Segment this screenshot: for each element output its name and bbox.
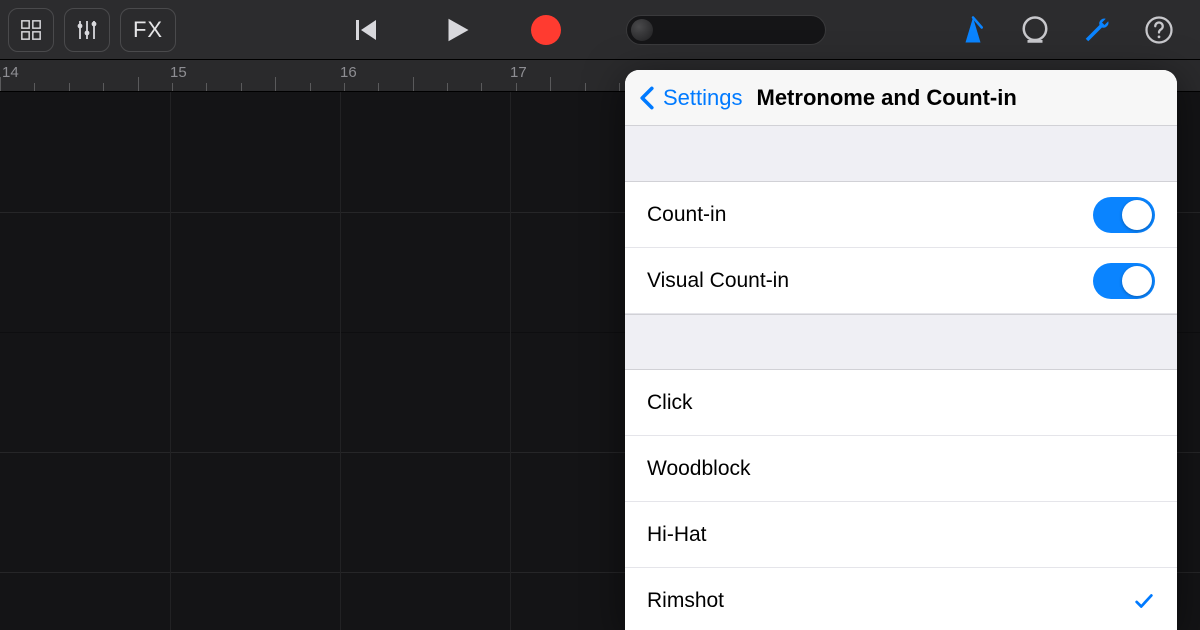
- play-button[interactable]: [426, 8, 486, 52]
- checkmark-icon: [1133, 590, 1155, 612]
- row-label: Visual Count-in: [647, 269, 1093, 293]
- row-label: Rimshot: [647, 589, 1133, 613]
- row-label: Click: [647, 391, 1155, 415]
- lcd-display[interactable]: [626, 15, 826, 45]
- fx-button[interactable]: FX: [120, 8, 176, 52]
- sound-option-rimshot[interactable]: Rimshot: [625, 568, 1177, 630]
- go-to-start-button[interactable]: [336, 8, 396, 52]
- sound-option-woodblock[interactable]: Woodblock: [625, 436, 1177, 502]
- chevron-left-icon[interactable]: [639, 86, 655, 110]
- sound-option-hihat[interactable]: Hi-Hat: [625, 502, 1177, 568]
- top-toolbar: FX: [0, 0, 1200, 60]
- loop-button[interactable]: [1020, 15, 1050, 45]
- settings-button[interactable]: [1082, 15, 1112, 45]
- visual-count-in-toggle[interactable]: [1093, 263, 1155, 299]
- record-button[interactable]: [516, 8, 576, 52]
- skip-back-icon: [351, 15, 381, 45]
- section-separator: [625, 126, 1177, 182]
- mixer-button[interactable]: [64, 8, 110, 52]
- count-in-row[interactable]: Count-in: [625, 182, 1177, 248]
- loop-icon: [1020, 15, 1050, 45]
- grid-icon: [20, 19, 42, 41]
- record-icon: [531, 15, 561, 45]
- wrench-icon: [1082, 15, 1112, 45]
- popover-header: Settings Metronome and Count-in: [625, 70, 1177, 126]
- visual-count-in-row[interactable]: Visual Count-in: [625, 248, 1177, 314]
- help-button[interactable]: [1144, 15, 1174, 45]
- grid-view-button[interactable]: [8, 8, 54, 52]
- help-icon: [1144, 15, 1174, 45]
- popover-title: Metronome and Count-in: [757, 85, 1017, 111]
- sliders-icon: [75, 18, 99, 42]
- metronome-button[interactable]: [958, 15, 988, 45]
- back-button[interactable]: Settings: [663, 85, 743, 111]
- play-icon: [441, 15, 471, 45]
- sound-option-click[interactable]: Click: [625, 370, 1177, 436]
- row-label: Woodblock: [647, 457, 1155, 481]
- section-separator: [625, 314, 1177, 370]
- settings-popover: Settings Metronome and Count-in Count-in…: [625, 70, 1177, 630]
- count-in-toggle[interactable]: [1093, 197, 1155, 233]
- metronome-icon: [958, 15, 988, 45]
- lcd-knob-icon: [631, 19, 653, 41]
- row-label: Count-in: [647, 203, 1093, 227]
- row-label: Hi-Hat: [647, 523, 1155, 547]
